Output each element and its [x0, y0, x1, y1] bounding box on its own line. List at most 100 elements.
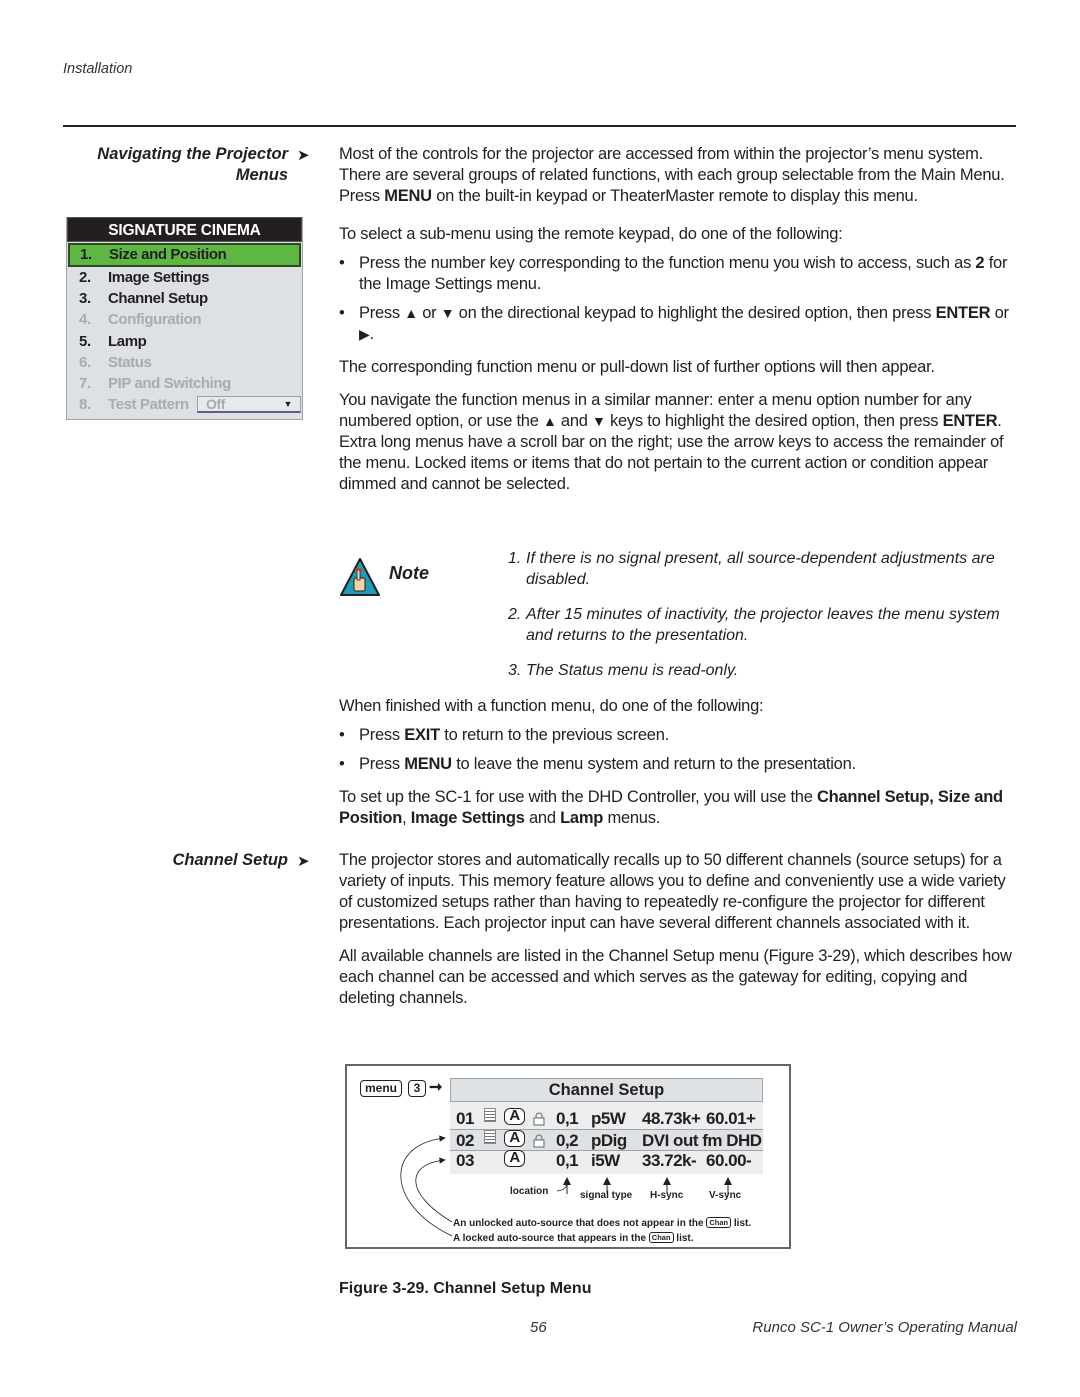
arrow-right-icon: ➞ — [429, 1079, 443, 1096]
menu-item-label: Image Settings — [108, 269, 210, 286]
vsync-value: 60.00- — [706, 1151, 752, 1170]
hsync-value: 48.73k+ — [642, 1109, 701, 1128]
text: A locked auto-source that appears in the — [453, 1233, 649, 1244]
menu-ref: Image Settings — [410, 809, 525, 827]
bullet-exit: • Press EXIT to return to the previous sc… — [339, 725, 1019, 746]
paragraph-navigate: You navigate the function menus in a sim… — [339, 390, 1019, 495]
menu-item-channel-setup[interactable]: 3. Channel Setup — [67, 288, 302, 309]
menu-item-number: 5. — [79, 332, 91, 350]
note-number: 2. — [508, 606, 522, 623]
bullet-number-key: • Press the number key corresponding to t… — [339, 253, 1019, 295]
auto-source-icon: A — [504, 1108, 525, 1125]
hsync-value: 33.72k- — [642, 1151, 697, 1170]
paragraph-intro: Most of the controls for the projector a… — [339, 144, 1019, 207]
text: to return to the previous screen. — [439, 726, 669, 744]
menu-item-number: 4. — [79, 311, 91, 329]
signature-cinema-menu: SIGNATURE CINEMA 1. Size and Position 2.… — [66, 217, 303, 420]
menu-item-number: 8. — [79, 396, 91, 414]
key-menu-button: menu — [360, 1080, 402, 1097]
menu-item-label: Test Pattern — [108, 396, 189, 414]
key-exit: EXIT — [404, 726, 440, 744]
text: menus. — [603, 809, 661, 827]
channel-description: DVI out fm DHD — [642, 1131, 762, 1150]
channel-number: 01 — [456, 1109, 474, 1128]
section-heading-channel-setup: Channel Setup — [172, 851, 288, 869]
note-hand-icon — [340, 558, 380, 596]
up-arrow-icon: ▲ — [404, 305, 418, 321]
text: list. — [731, 1218, 752, 1229]
menu-item-size-and-position[interactable]: 1. Size and Position — [68, 243, 301, 267]
note-text: After 15 minutes of inactivity, the proj… — [526, 606, 1000, 644]
menu-item-label: PIP and Switching — [108, 374, 231, 392]
lock-icon — [533, 1112, 545, 1126]
menu-item-label: Configuration — [108, 311, 202, 329]
channel-row-02[interactable]: 02 A 0,2 pDig DVI out fm DHD — [450, 1129, 763, 1151]
lock-icon — [533, 1134, 545, 1148]
menu-item-label: Size and Position — [109, 246, 227, 263]
annotation-hsync: H-sync — [650, 1190, 684, 1201]
heading-line-1: Navigating the Projector — [97, 145, 288, 163]
channel-setup-title: Channel Setup — [450, 1078, 763, 1102]
annotation-location: location — [510, 1186, 549, 1197]
menu-item-image-settings[interactable]: 2. Image Settings — [67, 267, 302, 288]
note-number: 3. — [508, 662, 522, 679]
text: or — [417, 304, 441, 322]
chan-key-icon: Chan — [706, 1217, 732, 1228]
menu-item-number: 3. — [79, 290, 91, 308]
text: Press the number key corresponding to th… — [359, 254, 976, 272]
section-heading-navigating: Navigating the Projector Menus — [97, 144, 288, 186]
up-arrow-icon: ▲ — [542, 413, 557, 429]
menu-item-number: 1. — [80, 246, 92, 263]
auto-source-icon: A — [504, 1130, 525, 1147]
bullet-dot: • — [339, 726, 345, 744]
channel-row-03[interactable]: 03 A 0,1 i5W 33.72k- 60.00- — [450, 1150, 763, 1172]
text: list. — [673, 1233, 694, 1244]
right-arrow-icon: ▶ — [359, 326, 370, 342]
menu-item-lamp[interactable]: 5. Lamp — [67, 331, 302, 352]
annotation-unlocked: An unlocked auto-source that does not ap… — [453, 1217, 751, 1229]
channel-number: 02 — [456, 1131, 474, 1150]
menu-item-pip-and-switching: 7. PIP and Switching — [67, 373, 302, 394]
heading-arrow-icon: ➤ — [297, 147, 310, 164]
text: to leave the menu system and return to t… — [451, 755, 856, 773]
manual-title: Runco SC-1 Owner’s Operating Manual — [752, 1319, 1017, 1336]
key-3-button: 3 — [408, 1080, 426, 1097]
down-arrow-icon: ▼ — [592, 413, 606, 429]
list-icon — [484, 1130, 496, 1144]
menu-item-number: 2. — [79, 269, 91, 286]
annotation-vsync: V-sync — [709, 1190, 742, 1201]
key-menu: MENU — [384, 187, 432, 205]
text: Press — [359, 755, 405, 773]
heading-line-2: Menus — [235, 166, 288, 184]
bullet-dot: • — [339, 304, 345, 322]
text: Press — [359, 726, 405, 744]
body-text-middle: When finished with a function menu, do o… — [339, 696, 1019, 841]
paragraph-select-submenu: To select a sub-menu using the remote ke… — [339, 225, 843, 243]
location-value: 0,2 — [556, 1131, 579, 1150]
note-number: 1. — [508, 550, 522, 567]
signal-type-value: i5W — [591, 1151, 620, 1170]
chevron-down-icon: ▼ — [283, 399, 292, 410]
location-value: 0,1 — [556, 1151, 579, 1170]
signal-type-value: p5W — [591, 1109, 626, 1128]
body-text-channel-setup: The projector stores and automatically r… — [339, 850, 1019, 1021]
channel-number: 03 — [456, 1151, 474, 1170]
menu-item-number: 7. — [79, 374, 91, 392]
bullet-dot: • — [339, 254, 345, 272]
menu-item-status: 6. Status — [67, 352, 302, 373]
text: keys to highlight the desired option, th… — [605, 412, 943, 430]
list-icon — [484, 1108, 496, 1122]
page-number: 56 — [530, 1319, 547, 1336]
menu-item-label: Lamp — [108, 332, 147, 350]
test-pattern-dropdown: Off ▼ — [197, 396, 301, 414]
menu-item-number: 6. — [79, 353, 91, 371]
menu-item-configuration: 4. Configuration — [67, 309, 302, 330]
text: An unlocked auto-source that does not ap… — [453, 1218, 707, 1229]
note-text: If there is no signal present, all sourc… — [526, 550, 995, 588]
down-arrow-icon: ▼ — [440, 305, 455, 321]
text: on the built-in keypad or TheaterMaster … — [431, 187, 918, 205]
dropdown-value: Off — [206, 396, 226, 413]
channel-row-01[interactable]: 01 A 0,1 p5W 48.73k+ 60.01+ — [450, 1108, 763, 1130]
note-label: Note — [389, 563, 429, 583]
text: Press — [359, 304, 405, 322]
